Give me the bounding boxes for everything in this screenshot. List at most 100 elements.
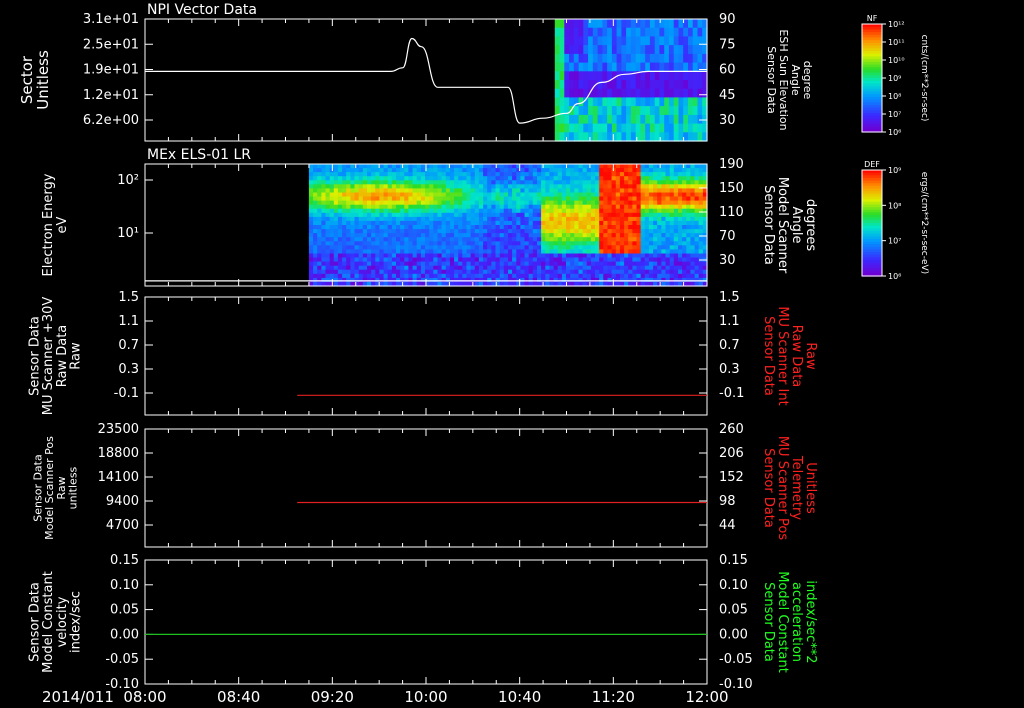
heatmap-cell	[487, 273, 492, 279]
heatmap-cell	[337, 241, 343, 246]
heatmap-cell	[557, 237, 563, 242]
heatmap-cell	[454, 176, 459, 181]
heatmap-cell	[561, 273, 567, 279]
heatmap-cell	[416, 192, 422, 198]
heatmap-cell	[400, 261, 405, 267]
heatmap-cell	[611, 200, 617, 206]
heatmap-cell	[649, 19, 656, 29]
heatmap-cell	[495, 192, 501, 198]
heatmap-cell	[682, 216, 687, 222]
heatmap-cell	[595, 212, 600, 218]
heatmap-cell	[549, 172, 555, 177]
heatmap-cell	[375, 261, 380, 267]
heatmap-cell	[437, 233, 443, 238]
heatmap-cell	[553, 212, 559, 218]
heatmap-cell	[313, 237, 318, 242]
heatmap-cell	[624, 229, 629, 234]
heatmap-cell	[554, 53, 561, 64]
heatmap-cell	[644, 208, 650, 214]
heatmap-cell	[458, 225, 463, 230]
heatmap-cell	[337, 180, 343, 185]
heatmap-cell	[400, 277, 405, 283]
heatmap-cell	[503, 188, 509, 194]
heatmap-cell	[425, 269, 430, 275]
heatmap-cell	[586, 269, 592, 275]
heatmap-cell	[358, 212, 364, 218]
heatmap-cell	[628, 212, 633, 218]
heatmap-cell	[445, 229, 451, 234]
heatmap-cell	[588, 97, 594, 107]
heatmap-cell	[644, 200, 650, 206]
heatmap-cell	[692, 123, 699, 133]
heatmap-cell	[545, 176, 550, 181]
heatmap-cell	[383, 265, 389, 271]
heatmap-cell	[391, 261, 397, 267]
heatmap-cell	[597, 36, 603, 46]
heatmap-cell	[586, 245, 592, 250]
heatmap-cell	[483, 245, 488, 250]
heatmap-cell	[470, 180, 476, 185]
heatmap-cell	[683, 106, 689, 116]
heatmap-cell	[630, 36, 637, 46]
heatmap-cell	[329, 212, 335, 218]
heatmap-cell	[337, 172, 343, 177]
heatmap-cell	[561, 164, 567, 169]
heatmap-cell	[317, 216, 322, 222]
heatmap-cell	[597, 123, 603, 133]
heatmap-cell	[649, 80, 656, 90]
heatmap-cell	[570, 237, 575, 242]
heatmap-cell	[636, 192, 642, 198]
heatmap-cell	[624, 208, 629, 214]
heatmap-cell	[483, 249, 488, 255]
heatmap-cell	[379, 249, 385, 255]
heatmap-cell	[433, 253, 438, 259]
heatmap-cell	[400, 168, 405, 173]
heatmap-cell	[607, 168, 613, 173]
heatmap-cell	[688, 45, 694, 55]
heatmap-cell	[694, 168, 700, 173]
heatmap-cell	[611, 273, 617, 279]
heatmap-cell	[462, 188, 467, 194]
heatmap-cell	[425, 200, 430, 206]
heatmap-cell	[445, 192, 451, 198]
heatmap-cell	[462, 241, 467, 246]
heatmap-cell	[491, 168, 497, 173]
heatmap-cell	[445, 273, 451, 279]
heatmap-cell	[607, 192, 613, 198]
heatmap-cell	[503, 249, 509, 255]
heatmap-cell	[673, 172, 679, 177]
heatmap-cell	[375, 184, 380, 189]
heatmap-cell	[425, 245, 430, 250]
heatmap-cell	[640, 180, 646, 185]
heatmap-cell	[694, 188, 700, 194]
heatmap-cell	[412, 277, 418, 283]
heatmap-cell	[508, 204, 513, 210]
heatmap-cell	[636, 180, 642, 185]
heatmap-cell	[545, 233, 550, 238]
heatmap-cell	[337, 216, 343, 222]
heatmap-cell	[590, 233, 596, 238]
heatmap-cell	[645, 123, 651, 133]
heatmap-cell	[478, 176, 484, 181]
heatmap-cell	[595, 261, 600, 267]
heatmap-cell	[429, 277, 434, 283]
heatmap-cell	[371, 188, 376, 194]
heatmap-cell	[342, 273, 347, 279]
heatmap-cell	[599, 188, 604, 194]
heatmap-cell	[441, 257, 447, 263]
heatmap-cell	[516, 269, 521, 275]
heatmap-cell	[574, 265, 579, 271]
heatmap-cell	[391, 204, 397, 210]
heatmap-cell	[400, 188, 405, 194]
heatmap-cell	[683, 88, 689, 98]
heatmap-cell	[383, 184, 389, 189]
colorbar-tick-label: 10⁷	[888, 110, 901, 119]
heatmap-cell	[586, 196, 592, 202]
heatmap-cell	[408, 225, 414, 230]
heatmap-cell	[532, 265, 538, 271]
heatmap-cell	[657, 180, 662, 185]
heatmap-cell	[317, 277, 322, 283]
heatmap-cell	[592, 19, 599, 29]
heatmap-cell	[603, 208, 608, 214]
heatmap-cell	[665, 180, 671, 185]
